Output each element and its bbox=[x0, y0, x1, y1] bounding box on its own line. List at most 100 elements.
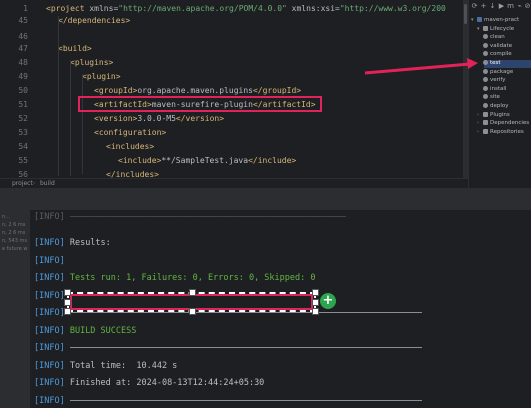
maven-tree-item-clean[interactable]: clean bbox=[483, 33, 505, 41]
maven-tree-item-test[interactable]: test bbox=[483, 59, 501, 67]
folder-icon bbox=[483, 120, 488, 126]
code-token: <version> bbox=[94, 114, 138, 123]
console-line[interactable]: [INFO] bbox=[34, 291, 65, 301]
maven-tree-item-maven-pract[interactable]: ▾ maven-pract bbox=[471, 16, 519, 24]
scrollbar-thumb[interactable] bbox=[464, 4, 467, 24]
separator-rule bbox=[69, 312, 422, 313]
code-line[interactable]: <project xmlns="http://maven.apache.org/… bbox=[46, 4, 446, 13]
toggle-offline-icon[interactable]: ⌁ bbox=[516, 3, 523, 10]
code-line[interactable]: <plugin> bbox=[82, 72, 121, 81]
indent-guide bbox=[58, 16, 59, 176]
maven-tree-label: clean bbox=[490, 34, 505, 41]
console-line[interactable]: [INFO] bbox=[34, 343, 422, 353]
maven-tool-window: ⟳ + ↓ ▶ m ⌁ ⊘ ▾ maven-pract ▾ Lifecycle clea… bbox=[468, 0, 531, 188]
gear-icon bbox=[483, 51, 488, 57]
artifact-id-highlight-box bbox=[78, 96, 322, 112]
code-line[interactable]: <include>**/SampleTest.java</include> bbox=[118, 156, 296, 165]
code-line[interactable]: </includes> bbox=[106, 170, 159, 178]
console-text: Results: bbox=[64, 238, 111, 248]
line-number: 49 bbox=[18, 72, 28, 81]
resize-handle[interactable] bbox=[312, 308, 319, 315]
maven-m-icon[interactable]: m bbox=[507, 3, 514, 10]
console-line[interactable]: [INFO] bbox=[34, 396, 422, 406]
resize-handle[interactable] bbox=[64, 308, 71, 315]
maven-tree-label: validate bbox=[490, 42, 513, 49]
code-line[interactable]: <version>3.0.0-M5</version> bbox=[94, 114, 224, 123]
maven-tree-item-lifecycle[interactable]: ▾ Lifecycle bbox=[477, 25, 514, 33]
resize-handle[interactable] bbox=[312, 289, 319, 296]
code-line[interactable]: <build> bbox=[58, 44, 92, 53]
folder-icon bbox=[483, 25, 488, 31]
info-prefix: [INFO] bbox=[34, 238, 65, 248]
resize-handle[interactable] bbox=[189, 289, 196, 296]
indent-guide bbox=[82, 74, 83, 174]
line-number: 45 bbox=[18, 16, 28, 25]
code-line[interactable]: </dependencies> bbox=[58, 16, 130, 25]
console-line[interactable]: [INFO] Total time: 10.442 s bbox=[34, 361, 177, 371]
code-token: <build> bbox=[58, 44, 92, 53]
code-token: **/SampleTest.java bbox=[161, 156, 249, 165]
code-token: <include> bbox=[118, 156, 162, 165]
build-success-line[interactable]: [INFO] BUILD SUCCESS bbox=[34, 326, 136, 336]
resize-handle[interactable] bbox=[64, 299, 71, 306]
gear-icon bbox=[483, 85, 488, 91]
code-line[interactable]: <configuration> bbox=[94, 128, 166, 137]
gear-icon bbox=[483, 60, 488, 65]
maven-tree-item-deploy[interactable]: deploy bbox=[483, 102, 509, 110]
maven-tree-item-verify[interactable]: verify bbox=[483, 76, 506, 84]
skip-tests-icon[interactable]: ⊘ bbox=[524, 3, 531, 10]
folder-icon bbox=[483, 128, 488, 134]
code-token: </includes> bbox=[106, 170, 159, 178]
maven-tree-item-package[interactable]: package bbox=[483, 68, 513, 76]
stripe-label: e future w bbox=[2, 246, 28, 252]
maven-tree-label: maven-pract bbox=[484, 17, 520, 23]
code-editor[interactable]: 14546474849505152535455565758 <project x… bbox=[0, 0, 468, 178]
maven-tree-item-site[interactable]: site bbox=[483, 93, 500, 101]
maven-tree-item-dependencies[interactable]: › Dependencies bbox=[477, 119, 529, 127]
console-text: Total time: 10.442 s bbox=[64, 360, 178, 371]
tests-result-line[interactable]: [INFO] Tests run: 1, Failures: 0, Errors… bbox=[34, 273, 315, 283]
breadcrumb-item[interactable]: build bbox=[40, 180, 55, 187]
info-prefix: [INFO] bbox=[34, 378, 65, 388]
maven-tree-label: install bbox=[490, 85, 507, 92]
code-line[interactable]: <groupId>org.apache.maven.plugins</group… bbox=[94, 86, 301, 95]
download-icon[interactable]: ↓ bbox=[489, 3, 496, 10]
maven-tree-item-install[interactable]: install bbox=[483, 85, 506, 93]
gear-icon bbox=[483, 68, 488, 74]
indent-guide bbox=[70, 60, 71, 176]
console-line[interactable]: [INFO] Results: bbox=[34, 238, 111, 248]
maven-tree-item-compile[interactable]: compile bbox=[483, 50, 512, 58]
maven-tree-label: deploy bbox=[490, 103, 509, 109]
code-line[interactable]: <plugins> bbox=[70, 58, 113, 67]
code-token: </version> bbox=[175, 114, 225, 123]
console-truncated-line: [INFO] —————————————————————————————————… bbox=[34, 212, 347, 222]
line-number: 47 bbox=[18, 44, 28, 53]
maven-tree-label: Repositories bbox=[490, 128, 524, 135]
maven-tree-item-repositories[interactable]: › Repositories bbox=[477, 128, 524, 136]
resize-handle[interactable] bbox=[189, 308, 196, 315]
reload-icon[interactable]: ⟳ bbox=[471, 3, 478, 10]
breadcrumb-item[interactable]: project bbox=[12, 180, 33, 187]
info-prefix: [INFO] bbox=[34, 360, 65, 371]
line-number: 1 bbox=[23, 4, 28, 13]
line-number: 48 bbox=[18, 58, 28, 67]
line-number-gutter: 14546474849505152535455565758 bbox=[0, 0, 40, 178]
code-line[interactable]: <includes> bbox=[106, 142, 154, 151]
maven-tree-item-validate[interactable]: validate bbox=[483, 42, 512, 50]
maven-tree-label: verify bbox=[490, 77, 506, 84]
resize-handle[interactable] bbox=[64, 289, 71, 296]
add-annotation-button[interactable]: + bbox=[320, 293, 336, 309]
console-line[interactable]: [INFO] Finished at: 2024-08-13T12:44:24+… bbox=[34, 378, 264, 388]
maven-tree-item-plugins[interactable]: › Plugins bbox=[477, 111, 510, 119]
run-icon[interactable]: ▶ bbox=[498, 3, 505, 10]
console-text: Tests run: 1, Failures: 0, Errors: 0, Sk… bbox=[64, 273, 316, 283]
console-line[interactable]: [INFO] bbox=[34, 256, 65, 266]
maven-tree-label: Lifecycle bbox=[490, 25, 515, 32]
add-icon[interactable]: + bbox=[480, 3, 487, 10]
maven-toolbar: ⟳ + ↓ ▶ m ⌁ ⊘ bbox=[469, 0, 531, 14]
code-token: <plugin> bbox=[82, 72, 121, 81]
code-token: <includes> bbox=[106, 142, 155, 151]
info-prefix: [INFO] bbox=[34, 343, 65, 353]
resize-handle[interactable] bbox=[312, 299, 319, 306]
info-prefix: [INFO] bbox=[34, 273, 65, 283]
